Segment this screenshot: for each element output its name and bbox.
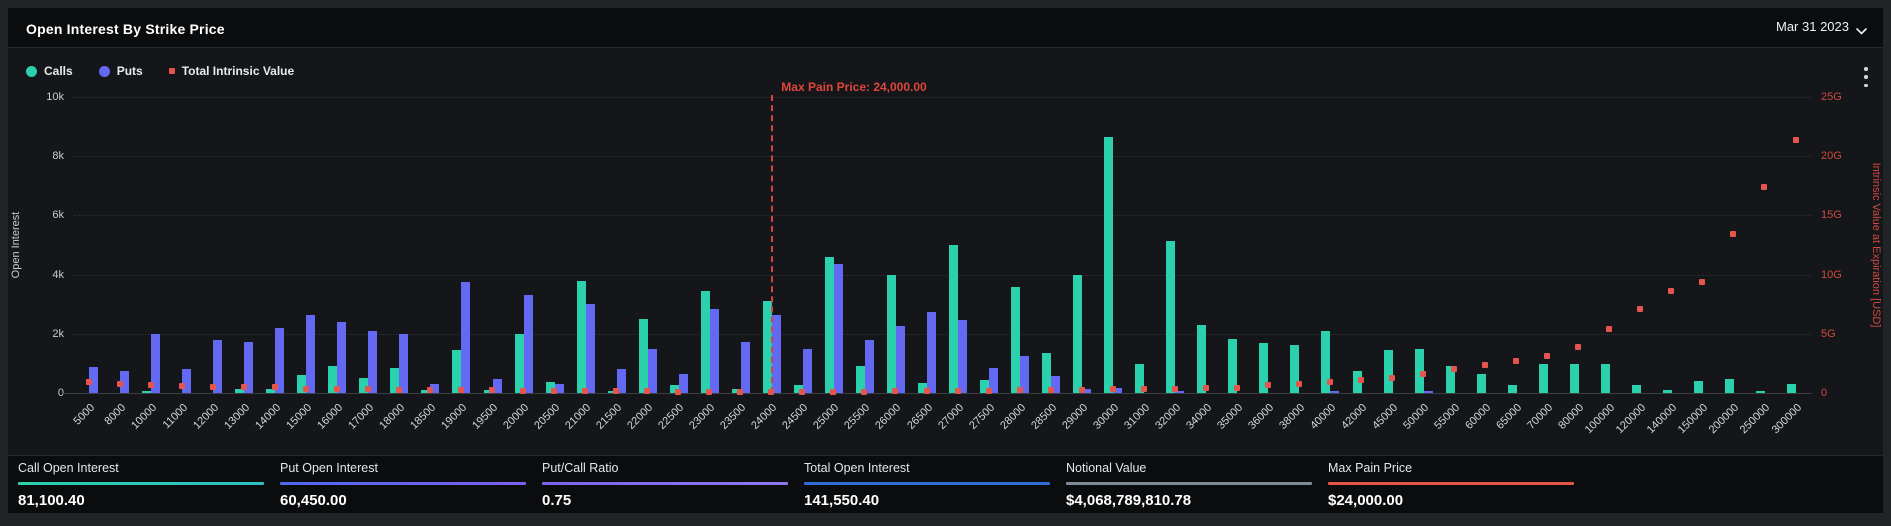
- intrinsic-value-legend-marker: [168, 68, 175, 74]
- stat-accent-bar: [1328, 482, 1574, 485]
- stat-card-notional-value: Notional Value $4,068,789,810.78: [1066, 461, 1312, 509]
- puts-legend-label: Puts: [116, 64, 143, 78]
- calls-legend-label: Calls: [44, 64, 73, 78]
- right-axis-title: Intrinsic Value at Expiration [USD]: [1870, 162, 1882, 328]
- stat-card-call-open-interest: Call Open Interest 81,100.40: [18, 461, 264, 509]
- legend-item-calls[interactable]: Calls: [26, 64, 73, 78]
- page-title: Open Interest By Strike Price: [26, 21, 225, 37]
- date-selector[interactable]: Mar 31 2023: [1776, 19, 1867, 35]
- puts-legend-marker: [98, 65, 110, 77]
- stat-card-max-pain-price: Max Pain Price $24,000.00: [1328, 461, 1574, 509]
- intrinsic-value-legend-label: Total Intrinsic Value: [181, 64, 295, 78]
- stat-value: 141,550.40: [804, 492, 880, 509]
- stat-label: Total Open Interest: [804, 461, 910, 475]
- stat-accent-bar: [18, 482, 264, 485]
- stat-label: Put Open Interest: [280, 461, 378, 475]
- stat-label: Put/Call Ratio: [542, 461, 619, 475]
- stat-label: Notional Value: [1066, 461, 1147, 475]
- calls-legend-marker: [26, 65, 37, 77]
- stat-value: $24,000.00: [1328, 492, 1404, 509]
- chart-panel: [8, 8, 1883, 513]
- stat-accent-bar: [542, 482, 788, 485]
- stat-card-put-open-interest: Put Open Interest 60,450.00: [280, 461, 526, 509]
- stat-accent-bar: [1066, 482, 1312, 485]
- stat-value: 60,450.00: [280, 492, 347, 509]
- stat-value: $4,068,789,810.78: [1066, 492, 1192, 509]
- panel-header: [8, 8, 1883, 48]
- left-axis-title: Open Interest: [10, 211, 22, 279]
- stat-label: Call Open Interest: [18, 461, 119, 475]
- stat-card-total-open-interest: Total Open Interest 141,550.40: [804, 461, 1050, 509]
- stat-accent-bar: [280, 482, 526, 485]
- date-selector-label: Mar 31 2023: [1776, 19, 1849, 34]
- stat-accent-bar: [804, 482, 1050, 485]
- stat-value: 81,100.40: [18, 492, 85, 509]
- stats-row: Call Open Interest 81,100.40 Put Open In…: [18, 461, 1574, 509]
- chevron-down-icon: [1856, 23, 1867, 35]
- stat-value: 0.75: [542, 492, 572, 509]
- stat-card-put-call-ratio: Put/Call Ratio 0.75: [542, 461, 788, 509]
- legend-item-total-intrinsic-value[interactable]: Total Intrinsic Value: [168, 64, 295, 78]
- chart-legend: Calls Puts Total Intrinsic Value: [26, 64, 294, 78]
- kebab-menu-icon[interactable]: [1858, 66, 1874, 88]
- legend-item-puts[interactable]: Puts: [98, 64, 143, 78]
- stat-label: Max Pain Price: [1328, 461, 1413, 475]
